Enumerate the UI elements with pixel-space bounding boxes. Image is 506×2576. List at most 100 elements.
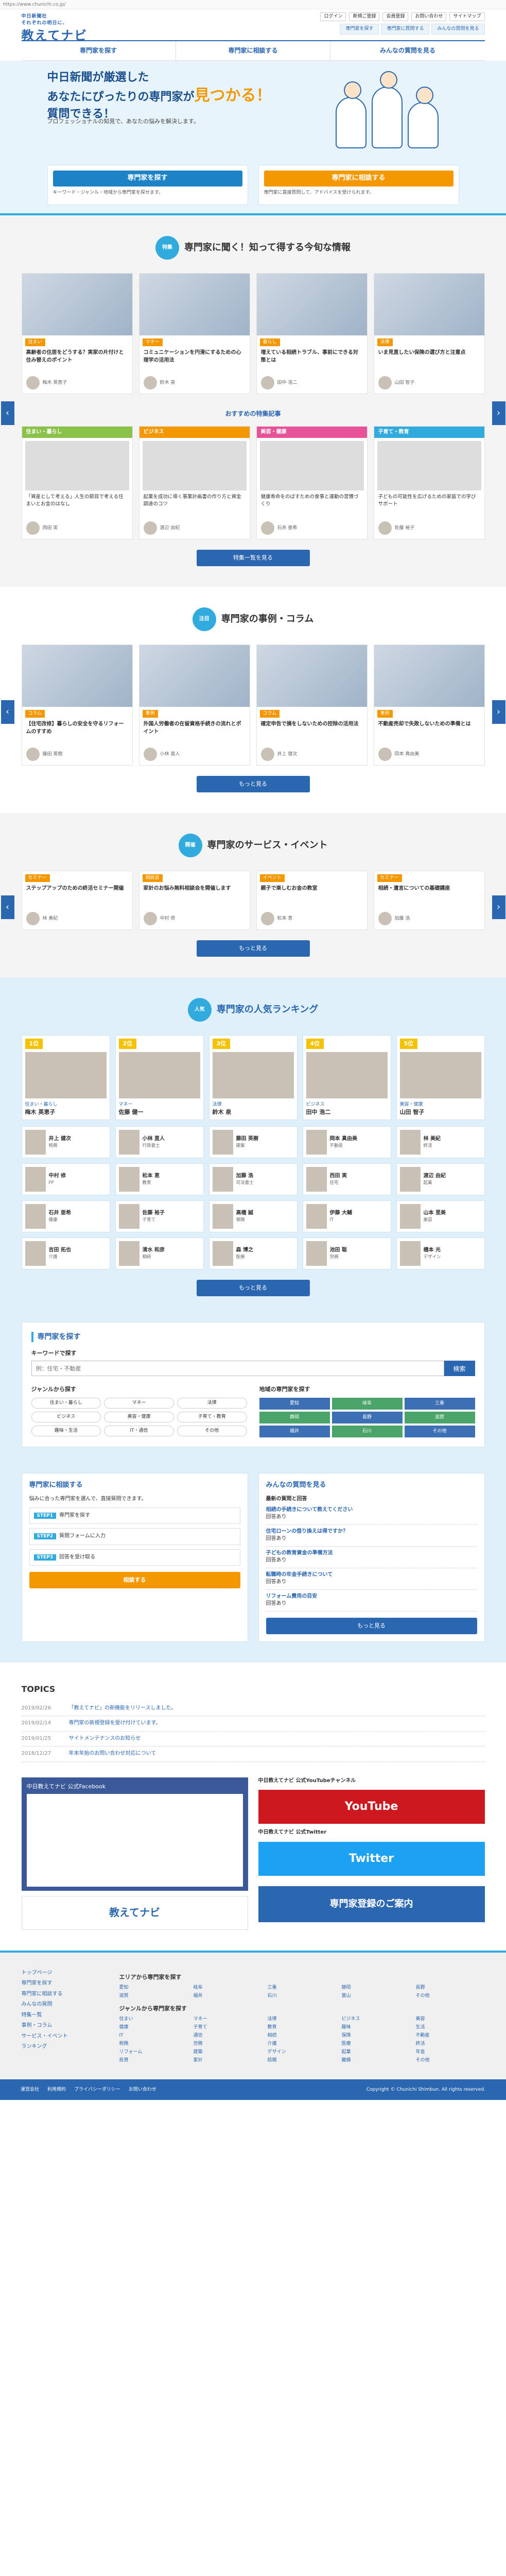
feature-card[interactable]: 暮らし 増えている相続トラブル、事前にできる対策とは 田中 浩二: [256, 273, 368, 395]
footer-area-link[interactable]: 岐阜: [194, 1985, 263, 1991]
column-card[interactable]: 事例 外国人労働者の在留資格手続きの流れとポイント 小林 直人: [138, 645, 250, 766]
footer-side-link[interactable]: サービス・イベント: [22, 2031, 104, 2042]
genre-chip[interactable]: IT・通信: [104, 1426, 174, 1437]
ranking-card-small[interactable]: 橋本 光デザイン: [396, 1238, 485, 1270]
footer-side-link[interactable]: ランキング: [22, 2042, 104, 2053]
event-more-button[interactable]: もっと見る: [196, 940, 310, 957]
carousel-next-icon[interactable]: ›: [492, 401, 505, 425]
event-card[interactable]: イベント 親子で楽しむお金の教室 松本 恵: [256, 871, 368, 930]
footer-genre-link[interactable]: 教育: [268, 2024, 337, 2031]
topmenu-member[interactable]: 会員登録: [382, 12, 409, 22]
ranking-card-small[interactable]: 西田 実住宅: [302, 1163, 391, 1196]
footer-genre-link[interactable]: 年金: [416, 2049, 485, 2056]
area-chip[interactable]: 長野: [331, 1412, 403, 1424]
footer-genre-link[interactable]: 離婚: [342, 2057, 411, 2064]
footer-genre-link[interactable]: 通信: [194, 2032, 263, 2039]
footer-bottom-link[interactable]: 運営会社: [21, 2087, 39, 2093]
footer-genre-link[interactable]: リフォーム: [119, 2049, 188, 2056]
ranking-card-small[interactable]: 林 美紀 終活: [396, 1126, 485, 1159]
genre-chip[interactable]: 子育て・教育: [177, 1412, 247, 1423]
genre-chip[interactable]: ビジネス: [31, 1412, 101, 1423]
carousel-prev-icon[interactable]: ‹: [1, 700, 14, 724]
ranking-card-small[interactable]: 岡本 真由美 不動産: [302, 1126, 391, 1159]
area-chip[interactable]: 愛知: [259, 1398, 330, 1410]
footer-area-link[interactable]: 静岡: [342, 1985, 411, 1991]
footer-area-link[interactable]: 長野: [416, 1985, 485, 1991]
gnav-questions[interactable]: みんなの質問を見る: [431, 24, 485, 35]
topmenu-register[interactable]: 新規ご登録: [349, 12, 380, 22]
column-card[interactable]: コラム 【住宅改修】暮らしの安全を守るリフォームのすすめ 藤田 英樹: [21, 645, 133, 766]
footer-area-link[interactable]: 富山: [342, 1993, 411, 1999]
facebook-widget[interactable]: 中日教えてナビ 公式Facebook: [21, 1777, 248, 1891]
ranking-card[interactable]: 4位 ビジネス 田中 浩二: [302, 1035, 391, 1121]
footer-genre-link[interactable]: 生活: [416, 2024, 485, 2031]
footer-area-link[interactable]: 石川: [268, 1993, 337, 1999]
ranking-card-small[interactable]: 清水 和彦 相続: [115, 1238, 204, 1270]
area-chip[interactable]: 福井: [259, 1426, 330, 1438]
ranking-card-small[interactable]: 山本 里美 美容: [396, 1200, 485, 1233]
feature-more-button[interactable]: 特集一覧を見る: [196, 550, 310, 567]
browser-url[interactable]: https://www.chunichi.co.jp/: [0, 0, 506, 9]
footer-genre-link[interactable]: 美容: [416, 2016, 485, 2023]
area-chip[interactable]: 滋賀: [404, 1412, 475, 1424]
hero-ask-button[interactable]: 専門家に相談する 専門家に直接質問して、アドバイスを受けられます。: [258, 165, 459, 206]
footer-area-link[interactable]: 滋賀: [119, 1993, 188, 1999]
genre-chip[interactable]: その他: [177, 1426, 247, 1437]
ask-button[interactable]: 相談する: [29, 1572, 240, 1589]
genre-chip[interactable]: 趣味・生活: [31, 1426, 101, 1437]
twitter-banner[interactable]: Twitter: [258, 1841, 485, 1876]
area-chip[interactable]: 三重: [404, 1398, 475, 1410]
footer-genre-link[interactable]: 保険: [342, 2032, 411, 2039]
footer-genre-link[interactable]: マネー: [194, 2016, 263, 2023]
footer-side-link[interactable]: 事例・コラム: [22, 2021, 104, 2031]
category-card[interactable]: 住まい・暮らし 「資産として考える」人生の節目で考える住まいとお金のはなし 西田 実: [21, 426, 133, 540]
footer-area-link[interactable]: 愛知: [119, 1985, 188, 1991]
footer-genre-link[interactable]: 介護: [268, 2041, 337, 2047]
column-card[interactable]: 事例 不動産売却で失敗しないための準備とは 岡本 真由美: [373, 645, 485, 766]
footer-side-link[interactable]: みんなの質問: [22, 1999, 104, 2010]
topmenu-contact[interactable]: お問い合わせ: [411, 12, 447, 22]
column-more-button[interactable]: もっと見る: [196, 776, 310, 793]
topic-row[interactable]: 2019/02/14 専門家の新規登録を受け付けています。: [21, 1716, 485, 1732]
ranking-card[interactable]: 3位 法律 鈴木 泉: [208, 1035, 298, 1121]
feature-card[interactable]: マネー コミュニケーションを円滑にするための心理学の活用法 鈴木 泉: [138, 273, 250, 395]
ranking-card-small[interactable]: 藤田 英樹 建築: [208, 1126, 298, 1159]
footer-side-link[interactable]: 専門家を探す: [22, 1978, 104, 1989]
qa-item[interactable]: 住宅ローンの借り換えは得ですか？ 回答あり: [266, 1525, 477, 1547]
footer-bottom-link[interactable]: 利用規約: [47, 2087, 66, 2093]
genre-chip[interactable]: 住まい・暮らし: [31, 1398, 101, 1409]
footer-genre-link[interactable]: 家計: [194, 2057, 263, 2064]
topmenu-login[interactable]: ログイン: [320, 12, 346, 22]
event-card[interactable]: 相談会 家計のお悩み無料相談会を開催します 中村 修: [138, 871, 250, 930]
column-card[interactable]: コラム 確定申告で損をしないための控除の活用法 井上 健次: [256, 645, 368, 766]
area-chip[interactable]: 岐阜: [331, 1398, 403, 1410]
feature-card[interactable]: 住まい 高齢者の住居をどうする？実家の片付けと住み替えのポイント 梅木 英恵子: [21, 273, 133, 395]
footer-side-link[interactable]: 特集一覧: [22, 2010, 104, 2021]
footer-bottom-link[interactable]: お問い合わせ: [129, 2087, 156, 2093]
topmenu-sitemap[interactable]: サイトマップ: [449, 12, 485, 22]
footer-genre-link[interactable]: デザイン: [268, 2049, 337, 2056]
register-banner[interactable]: 専門家登録のご案内: [258, 1886, 485, 1922]
footer-genre-link[interactable]: 相続: [268, 2032, 337, 2039]
category-card[interactable]: 子育て・教育 子どもの可能性を広げるための家庭での学びサポート 佐藤 裕子: [373, 426, 485, 540]
youtube-banner[interactable]: YouTube: [258, 1790, 485, 1824]
qa-item[interactable]: 転職時の年金手続きについて 回答あり: [266, 1568, 477, 1590]
ranking-card-small[interactable]: 佐藤 裕子 子育て: [115, 1200, 204, 1233]
carousel-prev-icon[interactable]: ‹: [1, 401, 14, 425]
topic-row[interactable]: 2019/02/26 「教えてナビ」の新機能をリリースしました。: [21, 1701, 485, 1717]
category-card[interactable]: 美容・健康 健康寿命をのばすための食事と運動の習慣づくり 石井 亜希: [256, 426, 368, 540]
footer-area-link[interactable]: その他: [416, 1993, 485, 1999]
ranking-card-small[interactable]: 森 博之 医療: [208, 1238, 298, 1270]
keyword-input[interactable]: [31, 1361, 444, 1377]
mainnav-questions[interactable]: みんなの質問を見る: [330, 41, 484, 60]
footer-area-link[interactable]: 福井: [194, 1993, 263, 1999]
topic-row[interactable]: 2018/12/27 年末年始のお問い合わせ対応について: [21, 1747, 485, 1762]
qa-item[interactable]: リフォーム費用の目安 回答あり: [266, 1590, 477, 1612]
footer-genre-link[interactable]: 労務: [194, 2041, 263, 2047]
footer-genre-link[interactable]: その他: [416, 2057, 485, 2064]
carousel-prev-icon[interactable]: ‹: [1, 895, 14, 919]
ranking-card-small[interactable]: 池田 聡労務: [302, 1238, 391, 1270]
footer-genre-link[interactable]: 結婚: [268, 2057, 337, 2064]
ranking-card-small[interactable]: 渡辺 由紀 起業: [396, 1163, 485, 1196]
footer-genre-link[interactable]: 法律: [268, 2016, 337, 2023]
